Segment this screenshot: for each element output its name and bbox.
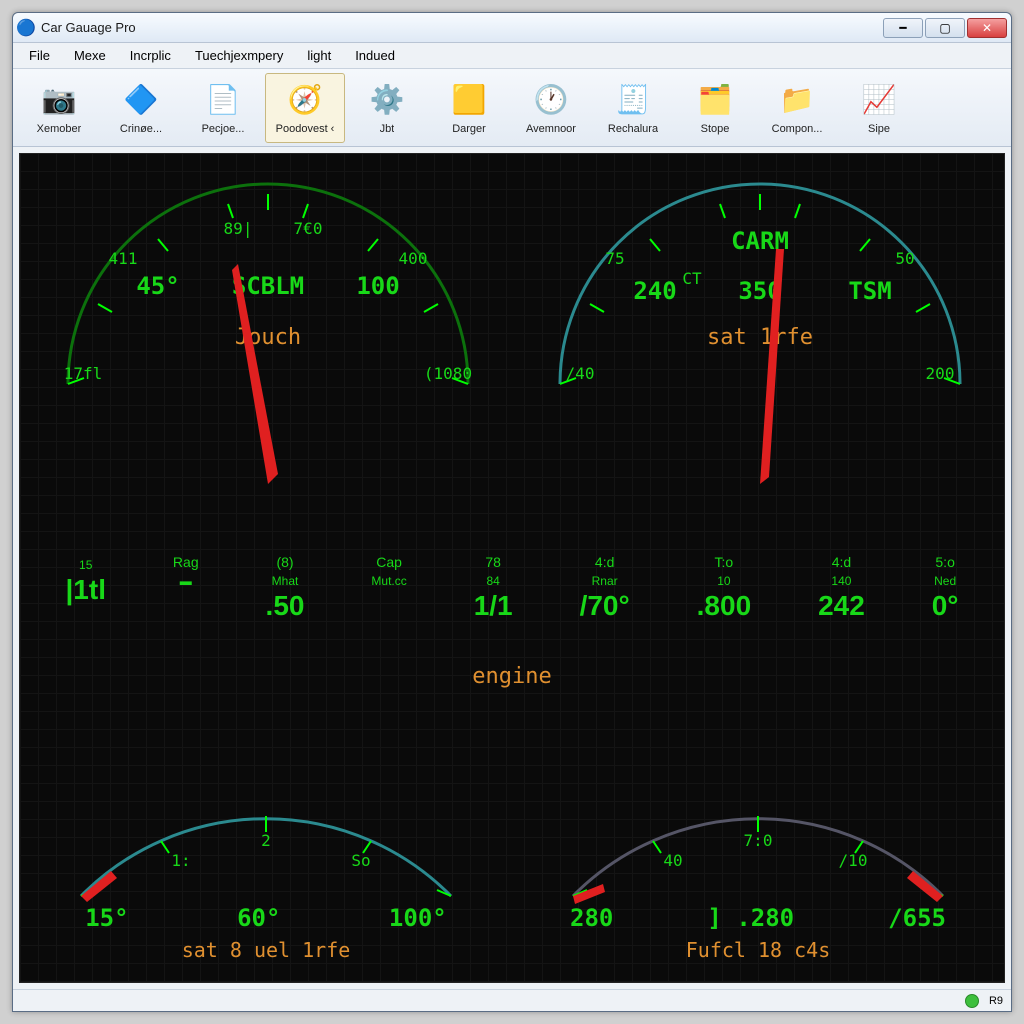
readout-1: Rag▬ (173, 554, 199, 622)
svg-text:2: 2 (261, 831, 271, 850)
svg-text:1:: 1: (171, 851, 190, 870)
tool-crinoe[interactable]: 🔷Crinøe... (101, 73, 181, 143)
tool-sipe[interactable]: 📈Sipe (839, 73, 919, 143)
clock-icon: 🕐 (532, 81, 570, 119)
gauge-r-sup: CT (682, 269, 702, 288)
tool-pecjoe[interactable]: 📄Pecjoe... (183, 73, 263, 143)
tool-rechalura[interactable]: 🧾Rechalura (593, 73, 673, 143)
app-window: 🔵 Car Gauage Pro ━ ▢ ✕ File Mexe Incrpli… (12, 12, 1012, 1012)
gauge-bottom-right: 40 7:0 /10 280] .280/655 Fufcl 18 c4s (543, 786, 973, 962)
close-button[interactable]: ✕ (967, 18, 1007, 38)
status-indicator-icon (965, 994, 979, 1008)
menu-tuechjexmpery[interactable]: Tuechjexmpery (185, 46, 293, 65)
toolbar: 📷Xemober 🔷Crinøe... 📄Pecjoe... 🧭Poodoves… (13, 69, 1011, 147)
gauge-l-rb: (1080 (424, 364, 472, 383)
gauge-bottom-left: 1: 2 So 15°60°100° sat 8 uel 1rfe (51, 786, 481, 962)
readout-3: CapMut.cc (371, 554, 406, 622)
readout-0: 15|1tl (65, 554, 106, 622)
svg-text:/10: /10 (839, 851, 868, 870)
files-icon: 🗂️ (696, 81, 734, 119)
titlebar[interactable]: 🔵 Car Gauage Pro ━ ▢ ✕ (13, 13, 1011, 43)
tool-xemober[interactable]: 📷Xemober (19, 73, 99, 143)
badge-icon: 🟨 (450, 81, 488, 119)
gauge-r-rb: 200 (926, 364, 955, 383)
camera-icon: 📷 (40, 81, 78, 119)
menu-incrplic[interactable]: Incrplic (120, 46, 181, 65)
menu-light[interactable]: light (297, 46, 341, 65)
window-title: Car Gauage Pro (41, 20, 136, 35)
tool-darger[interactable]: 🟨Darger (429, 73, 509, 143)
readout-row: 15|1tl Rag▬ (8)Mhat.50 CapMut.cc 78841/1… (20, 554, 1004, 622)
tool-jbt[interactable]: ⚙️Jbt (347, 73, 427, 143)
menu-mexe[interactable]: Mexe (64, 46, 116, 65)
status-text: R9 (989, 995, 1003, 1007)
gauge-r-lb: /40 (566, 364, 595, 383)
menubar: File Mexe Incrplic Tuechjexmpery light I… (13, 43, 1011, 69)
gauge-l-2a: 45° (136, 272, 179, 300)
gauge-l-t1b: 7€0 (294, 219, 323, 238)
shape-icon: 🔷 (122, 81, 160, 119)
readout-7: 4:d140242 (818, 554, 865, 622)
page-icon: 📄 (204, 81, 242, 119)
gauge-r-2a: 240 (633, 277, 676, 305)
gauge-carm: CARM 240 CT 350 TSM 75 50 /40 200 sat 1r… (520, 154, 990, 494)
menu-indued[interactable]: Indued (345, 46, 405, 65)
tool-avemnoor[interactable]: 🕐Avemnoor (511, 73, 591, 143)
statusbar: R9 (13, 989, 1011, 1011)
maximize-button[interactable]: ▢ (925, 18, 965, 38)
gauge-r-name: sat 1rfe (707, 325, 813, 350)
gauge-r-rt: 50 (895, 249, 914, 268)
app-icon: 🔵 (17, 19, 35, 37)
card-icon: 🧾 (614, 81, 652, 119)
gauge-l-lb: 17fl (64, 364, 103, 383)
readout-2: (8)Mhat.50 (266, 554, 305, 622)
gauge-l-t1a: 89| (224, 219, 253, 238)
dashboard-area: 89| 7€0 45° SCBLM 100 411 400 17fl (1080… (19, 153, 1005, 983)
gauge-r-lt: 75 (605, 249, 624, 268)
tool-poodovest[interactable]: 🧭Poodovest ‹ (265, 73, 345, 143)
gear-icon: ⚙️ (368, 81, 406, 119)
chart-icon: 📈 (860, 81, 898, 119)
readout-8: 5:oNed0° (932, 554, 959, 622)
svg-text:So: So (351, 851, 370, 870)
tool-stope[interactable]: 🗂️Stope (675, 73, 755, 143)
tool-compon[interactable]: 📁Compon... (757, 73, 837, 143)
minimize-button[interactable]: ━ (883, 18, 923, 38)
gauge-l-lt: 411 (109, 249, 138, 268)
gauge-r-2b: TSM (848, 277, 891, 305)
svg-text:40: 40 (663, 851, 682, 870)
readout-6: T:o10.800 (697, 554, 752, 622)
compass-icon: 🧭 (286, 81, 324, 119)
menu-file[interactable]: File (19, 46, 60, 65)
gauge-l-rt: 400 (399, 249, 428, 268)
engine-label: engine (20, 664, 1004, 689)
readout-5: 4:dRnar/70° (580, 554, 630, 622)
svg-text:7:0: 7:0 (744, 831, 773, 850)
gauge-jouch: 89| 7€0 45° SCBLM 100 411 400 17fl (1080… (28, 154, 498, 494)
gauge-l-2b: 100 (356, 272, 399, 300)
folder-icon: 📁 (778, 81, 816, 119)
readout-4: 78841/1 (474, 554, 513, 622)
